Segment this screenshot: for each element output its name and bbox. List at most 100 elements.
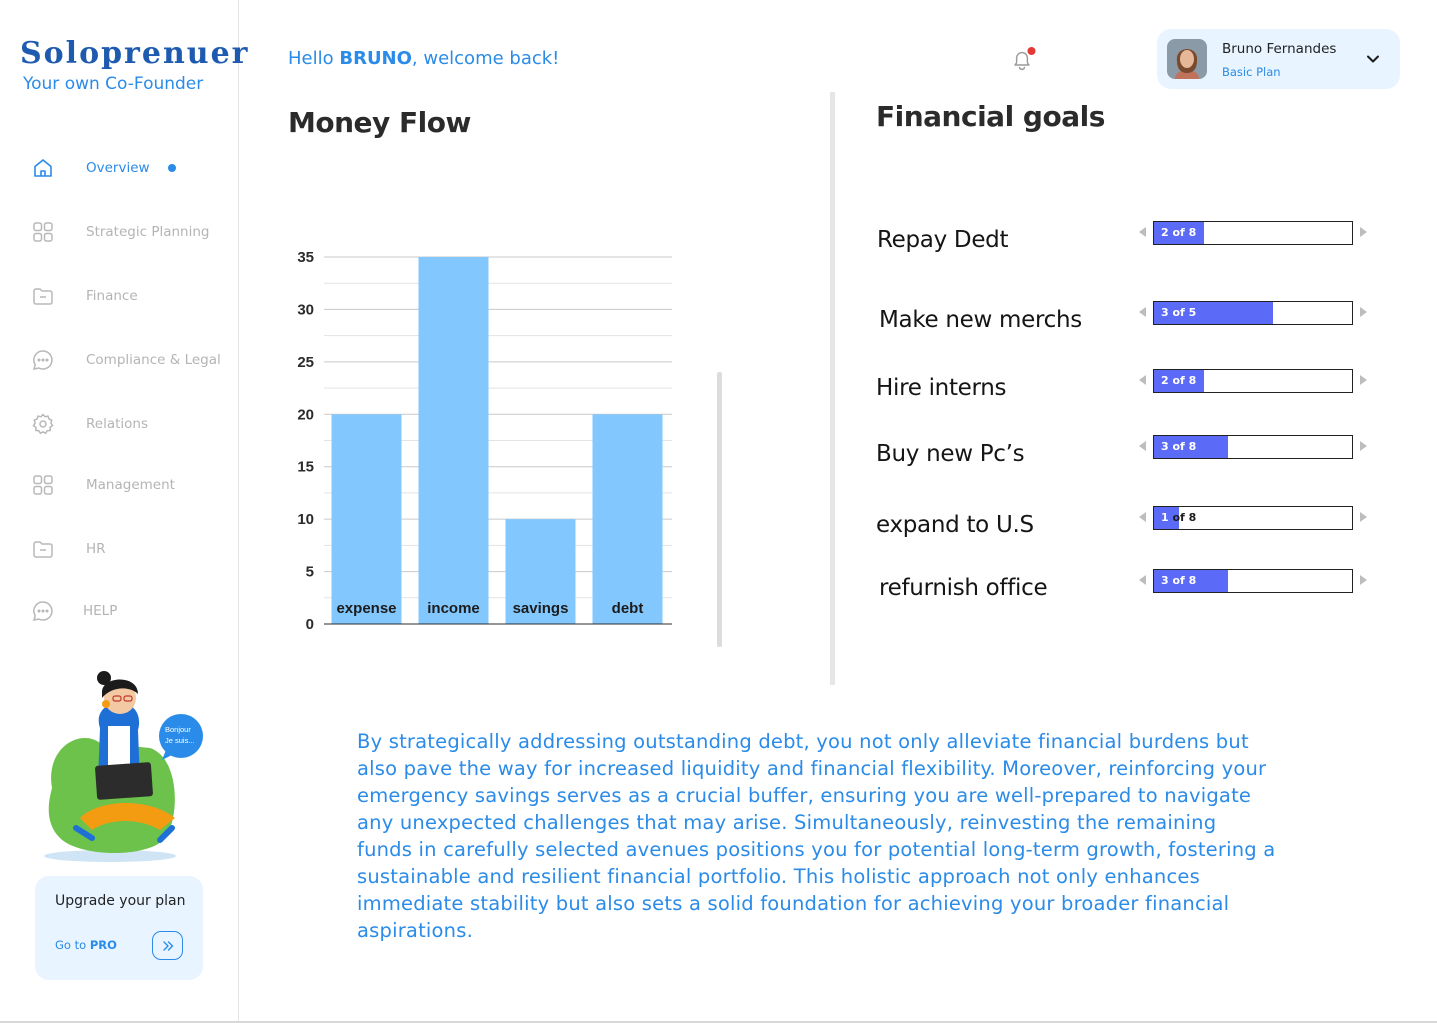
chart-scrollbar[interactable] bbox=[717, 372, 722, 647]
folder-icon bbox=[31, 284, 55, 308]
sidebar-item-hr[interactable]: HR bbox=[0, 531, 239, 567]
double-chevron-right-icon bbox=[162, 940, 173, 951]
goal-progress-text: 3 of 8 bbox=[1161, 574, 1197, 587]
goal-progress-bar[interactable]: 3 of 8 bbox=[1153, 435, 1353, 459]
y-tick-label: 5 bbox=[306, 564, 314, 581]
speech-bubble-text: Bonjour bbox=[165, 725, 191, 734]
sidebar-item-label: Compliance & Legal bbox=[86, 352, 221, 368]
y-tick-label: 25 bbox=[297, 354, 314, 371]
goal-label: Hire interns bbox=[876, 375, 1007, 401]
goal-row: Make new merchs 3 of 5 bbox=[876, 301, 1376, 341]
y-tick-label: 30 bbox=[297, 301, 314, 318]
upgrade-title: Upgrade your plan bbox=[55, 893, 186, 909]
goal-progress-text: 2 of 8 bbox=[1161, 226, 1197, 239]
sidebar-item-label: Overview bbox=[86, 160, 150, 176]
goal-progress-bar[interactable]: 2 of 8 bbox=[1153, 221, 1353, 245]
greeting-name: BRUNO bbox=[339, 48, 412, 69]
profile-plan: Basic Plan bbox=[1222, 65, 1281, 79]
sidebar-item-compliance-legal[interactable]: Compliance & Legal bbox=[0, 342, 239, 378]
sidebar-item-relations[interactable]: Relations bbox=[0, 406, 239, 442]
goal-label: expand to U.S bbox=[876, 512, 1034, 538]
notification-bell-icon[interactable] bbox=[1008, 46, 1036, 74]
chat-icon bbox=[31, 348, 55, 372]
profile-menu[interactable]: Bruno Fernandes Basic Plan bbox=[1157, 29, 1400, 89]
sidebar: Soloprenuer Your own Co-Founder Overview… bbox=[0, 0, 247, 1023]
greeting-prefix: Hello bbox=[288, 48, 340, 69]
goal-row: Buy new Pc’s 3 of 8 bbox=[876, 435, 1376, 475]
triangle-left-icon[interactable] bbox=[1137, 439, 1147, 453]
svg-text:Je suis...: Je suis... bbox=[165, 736, 195, 745]
brand-tagline: Your own Co-Founder bbox=[23, 74, 204, 94]
triangle-right-icon[interactable] bbox=[1359, 573, 1369, 587]
triangle-left-icon[interactable] bbox=[1137, 305, 1147, 319]
chat-icon bbox=[31, 599, 55, 623]
bar-income[interactable] bbox=[418, 257, 489, 624]
goal-label: refurnish office bbox=[879, 575, 1048, 601]
profile-name: Bruno Fernandes bbox=[1222, 41, 1337, 57]
home-icon bbox=[31, 156, 55, 180]
sidebar-item-help[interactable]: HELP bbox=[0, 593, 239, 629]
goal-label: Make new merchs bbox=[879, 307, 1082, 333]
triangle-right-icon[interactable] bbox=[1359, 373, 1369, 387]
goal-progress-bar[interactable]: 2 of 8 bbox=[1153, 369, 1353, 393]
triangle-left-icon[interactable] bbox=[1137, 225, 1147, 239]
goal-progress-text: 1 of 8 bbox=[1161, 511, 1197, 524]
section-divider bbox=[830, 92, 835, 685]
goal-row: refurnish office 3 of 8 bbox=[876, 569, 1376, 609]
triangle-left-icon[interactable] bbox=[1137, 573, 1147, 587]
triangle-left-icon[interactable] bbox=[1137, 373, 1147, 387]
goal-row: expand to U.S 1 of 8 bbox=[876, 506, 1376, 546]
bar-expense[interactable] bbox=[331, 414, 402, 624]
sidebar-item-overview[interactable]: Overview bbox=[0, 150, 239, 186]
goal-progress-bar[interactable]: 3 of 5 bbox=[1153, 301, 1353, 325]
sidebar-item-label: Strategic Planning bbox=[86, 224, 210, 240]
x-category-label: debt bbox=[612, 600, 644, 617]
triangle-right-icon[interactable] bbox=[1359, 510, 1369, 524]
go-to-pro-prefix: Go to bbox=[55, 938, 90, 952]
goal-progress-bar[interactable]: 3 of 8 bbox=[1153, 569, 1353, 593]
sidebar-item-label: Relations bbox=[86, 416, 148, 432]
goal-progress-bar[interactable]: 1 of 8 bbox=[1153, 506, 1353, 530]
assistant-illustration: Bonjour Je suis... bbox=[40, 668, 210, 868]
folder-icon bbox=[31, 537, 55, 561]
go-to-pro-link[interactable]: Go to PRO bbox=[55, 938, 117, 952]
triangle-right-icon[interactable] bbox=[1359, 439, 1369, 453]
financial-goals-title: Financial goals bbox=[876, 100, 1105, 133]
goal-row: Hire interns 2 of 8 bbox=[876, 369, 1376, 409]
y-tick-label: 10 bbox=[297, 511, 314, 528]
goal-row: Repay Dedt 2 of 8 bbox=[876, 221, 1376, 261]
goal-progress-text: 3 of 5 bbox=[1161, 306, 1197, 319]
money-flow-title: Money Flow bbox=[288, 106, 471, 139]
y-tick-label: 35 bbox=[297, 249, 314, 266]
sidebar-item-strategic-planning[interactable]: Strategic Planning bbox=[0, 214, 239, 250]
sidebar-item-label: HELP bbox=[83, 603, 118, 619]
chevron-down-icon[interactable] bbox=[1363, 49, 1383, 69]
x-category-label: savings bbox=[513, 600, 569, 617]
sidebar-item-label: HR bbox=[86, 541, 106, 557]
triangle-left-icon[interactable] bbox=[1137, 510, 1147, 524]
welcome-greeting: Hello BRUNO, welcome back! bbox=[288, 48, 559, 69]
x-category-label: expense bbox=[336, 600, 396, 617]
sidebar-item-label: Management bbox=[86, 477, 175, 493]
goal-label: Repay Dedt bbox=[877, 227, 1009, 253]
grid-icon bbox=[31, 220, 55, 244]
gear-icon bbox=[31, 412, 55, 436]
financial-summary: By strategically addressing outstanding … bbox=[357, 730, 1276, 942]
y-tick-label: 15 bbox=[297, 459, 314, 476]
y-tick-label: 0 bbox=[306, 616, 314, 633]
sidebar-item-label: Finance bbox=[86, 288, 138, 304]
x-category-label: income bbox=[427, 600, 480, 617]
money-flow-chart: 0 5 10 15 20 25 30 35 expense income savings debt bbox=[297, 249, 672, 633]
goal-progress-text: 2 of 8 bbox=[1161, 374, 1197, 387]
avatar bbox=[1167, 39, 1207, 79]
brand-logo[interactable]: Soloprenuer bbox=[20, 36, 249, 71]
triangle-right-icon[interactable] bbox=[1359, 305, 1369, 319]
bar-debt[interactable] bbox=[592, 414, 663, 624]
upgrade-button[interactable] bbox=[152, 931, 183, 960]
go-to-pro-bold: PRO bbox=[89, 938, 117, 952]
triangle-right-icon[interactable] bbox=[1359, 225, 1369, 239]
goal-progress-text: 3 of 8 bbox=[1161, 440, 1197, 453]
sidebar-item-management[interactable]: Management bbox=[0, 467, 239, 503]
sidebar-item-finance[interactable]: Finance bbox=[0, 278, 239, 314]
y-tick-label: 20 bbox=[297, 406, 314, 423]
